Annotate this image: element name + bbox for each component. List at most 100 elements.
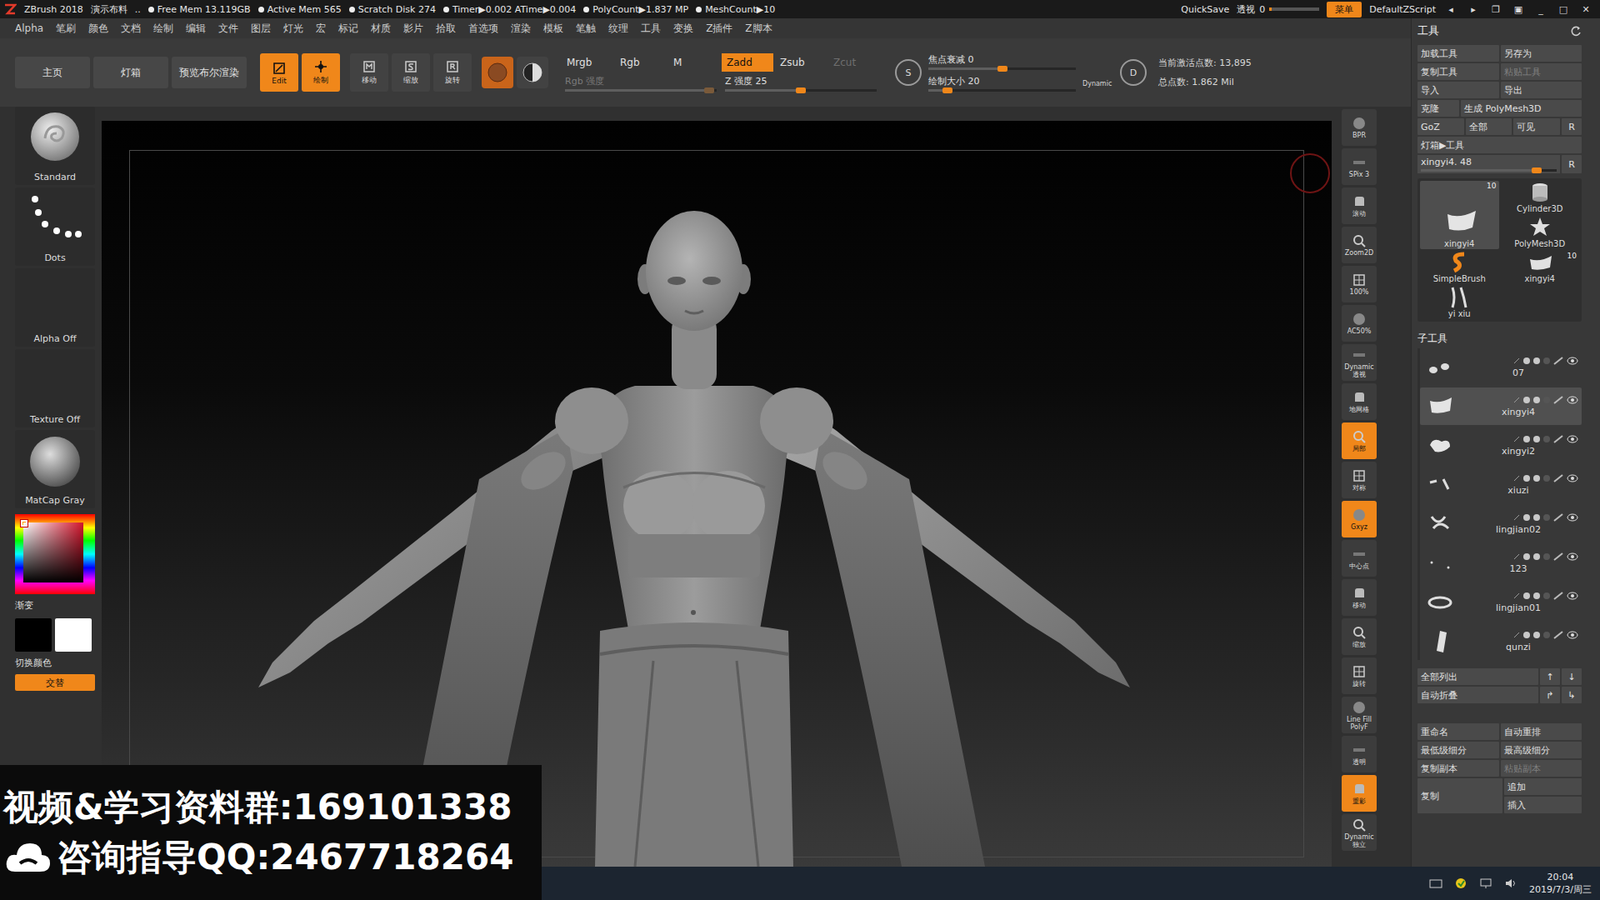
menu-item[interactable]: 纹理 <box>608 21 629 36</box>
palette-button[interactable]: ↓ <box>1561 668 1582 685</box>
canvas-tool-button[interactable]: Line Fill PolyF <box>1341 696 1377 734</box>
stroke-thumb[interactable]: Dots <box>15 187 95 266</box>
canvas-tool-button[interactable]: Dynamic 透视 <box>1341 344 1377 381</box>
rgb-intensity-slider[interactable]: Rgb 强度 <box>561 74 720 93</box>
palette-button[interactable]: 导入 <box>1417 81 1500 99</box>
menu-item[interactable]: Z脚本 <box>745 21 772 36</box>
menu-item[interactable]: 工具 <box>640 21 661 36</box>
rgb-intensity-slider-knob[interactable] <box>704 87 715 94</box>
toggle-dot[interactable] <box>1523 396 1530 404</box>
color-picker[interactable] <box>15 514 95 595</box>
menu-item[interactable]: 拾取 <box>435 21 456 36</box>
toggle-dot[interactable] <box>1523 553 1530 560</box>
subtool-row[interactable]: 07 <box>1420 348 1582 386</box>
mode-button[interactable]: 旋转 <box>433 53 472 92</box>
canvas-tool-button[interactable]: 对称 <box>1341 461 1377 499</box>
canvas-tool-button[interactable]: 移动 <box>1341 579 1377 616</box>
palette-button[interactable]: 粘贴工具 <box>1500 63 1583 80</box>
eye-icon[interactable] <box>1566 356 1579 365</box>
sculpt-mode-button[interactable]: Zadd <box>721 53 774 72</box>
eye-icon[interactable] <box>1566 513 1579 522</box>
subtool-row[interactable]: xiuzi <box>1420 465 1582 504</box>
color-square[interactable] <box>23 522 84 583</box>
menu-item[interactable]: 灯光 <box>283 21 304 36</box>
eye-icon[interactable] <box>1566 630 1579 640</box>
menu-item[interactable]: 模板 <box>543 21 564 36</box>
window-control[interactable]: □ <box>1555 4 1571 15</box>
menu-item[interactable]: Alpha <box>15 22 44 35</box>
canvas-tool-button[interactable]: 缩放 <box>1341 618 1377 655</box>
toggle-dot[interactable] <box>1543 475 1550 482</box>
palette-button[interactable]: 加载工具 <box>1417 45 1500 62</box>
canvas-tool-button[interactable]: SPix 3 <box>1341 148 1377 185</box>
toggle-dot[interactable] <box>1543 357 1550 365</box>
channel-button[interactable]: M <box>668 53 720 72</box>
subtool-row[interactable]: 123 <box>1420 544 1582 582</box>
palette-button[interactable]: 生成 PolyMesh3D <box>1460 100 1582 117</box>
z-intensity-slider[interactable]: Z 强度 25 <box>721 74 880 93</box>
focal-shift-slider-knob[interactable] <box>997 65 1008 72</box>
canvas-tool-button[interactable]: 滚动 <box>1341 187 1377 225</box>
menu-item[interactable]: 颜色 <box>88 21 109 36</box>
menu-item[interactable]: 图层 <box>250 21 271 36</box>
sculpt-mode-button[interactable]: Zcut <box>828 53 880 72</box>
window-control[interactable]: ▸ <box>1465 4 1481 15</box>
canvas-tool-button[interactable]: 局部 <box>1341 422 1377 460</box>
material-button[interactable] <box>481 56 514 89</box>
palette-button[interactable]: 最高级细分 <box>1500 741 1583 759</box>
palette-button[interactable]: GoZ <box>1417 118 1465 135</box>
tool-thumbnail[interactable]: xingyi410 <box>1420 180 1500 250</box>
append-button[interactable]: 追加 <box>1504 778 1583 795</box>
toggle-dot[interactable] <box>1543 631 1550 639</box>
toggle-dot[interactable] <box>1523 592 1530 600</box>
window-control[interactable]: ▣ <box>1510 4 1526 15</box>
palette-button[interactable]: 全部 <box>1465 118 1513 135</box>
canvas-tool-button[interactable]: BPR <box>1341 109 1377 146</box>
eye-icon[interactable] <box>1566 552 1579 561</box>
toggle-dot[interactable] <box>1523 357 1530 365</box>
canvas-tool-button[interactable]: 旋转 <box>1341 657 1377 695</box>
canvas-tool-button[interactable]: Dynamic 独立 <box>1341 814 1377 851</box>
palette-button[interactable]: ↱ <box>1540 686 1560 704</box>
toggle-dot[interactable] <box>1543 396 1550 404</box>
alternate-button[interactable]: 交替 <box>15 674 95 691</box>
palette-button[interactable]: 复制工具 <box>1417 63 1500 80</box>
toggle-dot[interactable] <box>1543 514 1550 521</box>
menu-item[interactable]: 绘制 <box>153 21 174 36</box>
palette-button[interactable]: 另存为 <box>1500 45 1583 62</box>
palette-button[interactable]: 可见 <box>1513 118 1560 135</box>
mode-button[interactable]: 移动 <box>350 53 389 92</box>
menu-item[interactable]: 文件 <box>218 21 239 36</box>
menu-item[interactable]: 编辑 <box>185 21 206 36</box>
sculpt-mode-button[interactable]: Zsub <box>775 53 827 72</box>
canvas-tool-button[interactable]: 100% <box>1341 265 1377 303</box>
canvas-tool-button[interactable]: 透明 <box>1341 735 1377 773</box>
switch-color-button[interactable]: 切换颜色 <box>15 654 95 672</box>
menu-item[interactable]: 文档 <box>120 21 141 36</box>
channel-button[interactable]: Rgb <box>615 53 667 72</box>
palette-button[interactable]: 重命名 <box>1417 723 1500 740</box>
toggle-dot[interactable] <box>1543 553 1550 560</box>
subtool-row[interactable]: qunzi <box>1420 622 1582 660</box>
menu-item[interactable]: 渲染 <box>510 21 531 36</box>
canvas-tool-button[interactable]: Gxyz <box>1341 500 1377 538</box>
toggle-dot[interactable] <box>1523 475 1530 482</box>
window-control[interactable]: _ <box>1533 4 1549 15</box>
tool-count-slider[interactable]: xingyi4. 48 <box>1417 155 1560 174</box>
canvas-tool-button[interactable]: 重影 <box>1341 775 1377 812</box>
eye-icon[interactable] <box>1566 395 1579 405</box>
canvas-tool-button[interactable]: 地网格 <box>1341 383 1377 420</box>
canvas-tool-button[interactable]: AC50% <box>1341 305 1377 342</box>
palette-button[interactable]: 自动折叠 <box>1417 686 1539 704</box>
eye-icon[interactable] <box>1566 474 1579 483</box>
mode-button[interactable]: Edit <box>260 53 299 92</box>
menu-item[interactable]: 笔触 <box>575 21 596 36</box>
quicksave-button[interactable]: QuickSave <box>1180 4 1230 15</box>
tool-thumbnail[interactable]: SimpleBrush <box>1420 250 1500 285</box>
menu-toggle-button[interactable]: 菜单 <box>1326 1 1362 18</box>
menu-item[interactable]: 标记 <box>338 21 359 36</box>
window-control[interactable]: ✕ <box>1578 4 1594 15</box>
copy-button[interactable]: 复制 <box>1417 778 1503 814</box>
tool-count-slider-knob[interactable] <box>1531 167 1542 174</box>
toggle-dot[interactable] <box>1533 475 1540 482</box>
